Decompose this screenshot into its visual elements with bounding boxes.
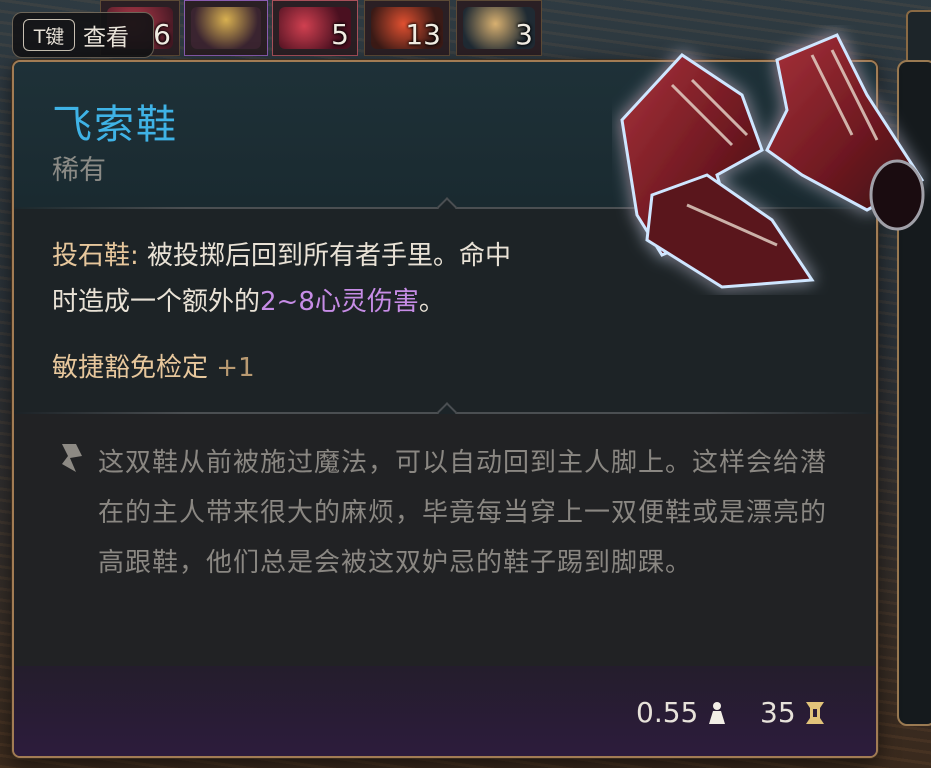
bonus-label: 敏捷豁免检定 xyxy=(52,353,209,383)
gold-icon xyxy=(805,701,824,724)
gold-value: 35 xyxy=(760,696,796,729)
item-count: 3 xyxy=(515,18,533,51)
value-stat: 35 xyxy=(760,696,826,729)
examine-label: 查看 xyxy=(83,25,129,51)
examine-hint[interactable]: T键 查看 xyxy=(12,12,154,58)
inventory-slot[interactable]: 3 xyxy=(456,0,542,56)
inventory-slot[interactable]: 13 xyxy=(364,0,450,56)
property-line-2: 时造成一个额外的2~8心灵伤害。 xyxy=(52,279,652,325)
property-name: 投石鞋: xyxy=(52,241,139,271)
inventory-slot[interactable]: 5 xyxy=(272,0,358,56)
property-line: 投石鞋: 被投掷后回到所有者手里。命中 xyxy=(52,233,652,279)
item-rarity: 稀有 xyxy=(52,155,106,186)
property-text: 被投掷后回到所有者手里。命中 xyxy=(138,241,512,271)
lore-text: 这双鞋从前被施过魔法，可以自动回到主人脚上。这样会给潜在的主人带来很大的麻烦，毕… xyxy=(98,448,828,578)
weight-icon xyxy=(709,701,726,724)
item-count: 6 xyxy=(153,18,171,51)
bonus-line: 敏捷豁免检定 +1 xyxy=(52,345,652,391)
amulet-icon xyxy=(191,7,261,49)
quill-icon xyxy=(62,444,82,472)
bonus-value: +1 xyxy=(216,353,255,383)
weight-value: 0.55 xyxy=(636,696,699,729)
item-name: 飞索鞋 xyxy=(52,102,178,148)
boots-item-icon xyxy=(620,33,925,289)
inventory-slot[interactable] xyxy=(184,0,268,56)
keybind-badge: T键 xyxy=(23,19,75,51)
property-text-end: 。 xyxy=(418,287,445,317)
psychic-damage: 2~8心灵伤害 xyxy=(260,287,419,317)
item-count: 5 xyxy=(331,18,349,51)
item-count: 13 xyxy=(405,18,441,51)
weight-stat: 0.55 xyxy=(636,696,728,729)
lore-section: 这双鞋从前被施过魔法，可以自动回到主人脚上。这样会给潜在的主人带来很大的麻烦，毕… xyxy=(14,414,876,666)
property-text-2: 时造成一个额外的 xyxy=(52,287,261,317)
tooltip-footer: 0.55 35 xyxy=(14,666,876,756)
